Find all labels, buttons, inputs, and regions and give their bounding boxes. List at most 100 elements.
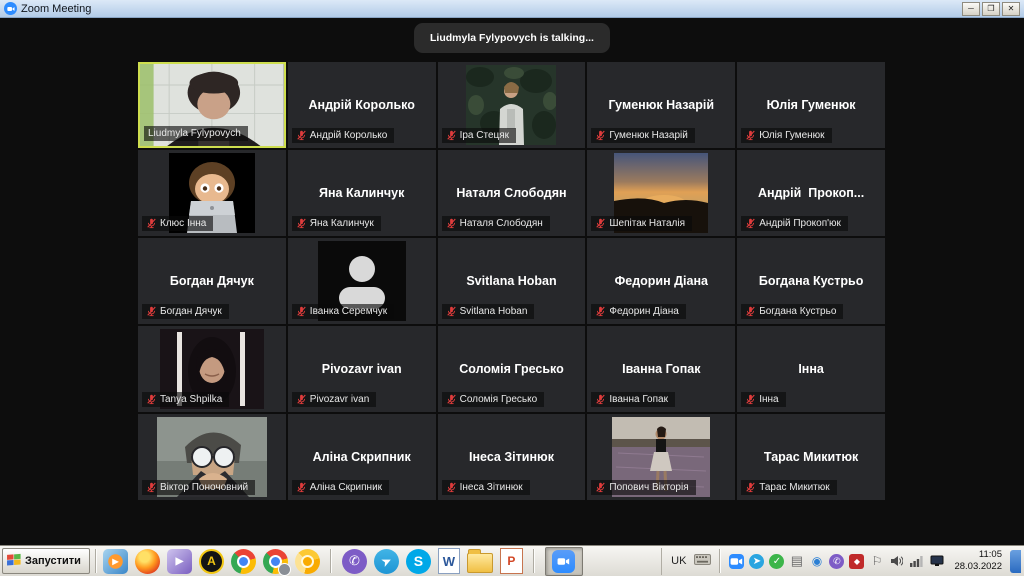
skype-icon[interactable]: S [405, 548, 431, 574]
viber-icon[interactable]: ✆ [341, 548, 367, 574]
kmplayer-icon[interactable]: ▶ [166, 548, 192, 574]
participant-label-text: Шепітак Наталія [609, 218, 686, 229]
participant-label: Богдан Дячук [142, 304, 229, 319]
word-icon[interactable]: W [437, 548, 460, 574]
tray-clock[interactable]: 11:05 28.03.2022 [954, 549, 1002, 573]
participant-label: Віктор Поночовний [142, 480, 256, 495]
mic-off-icon [746, 218, 755, 229]
mic-off-icon [746, 306, 755, 317]
participant-label-text: Гуменюк Назарій [609, 130, 688, 141]
participant-label: Іра Стецяк [441, 128, 517, 143]
firefox-icon[interactable] [134, 548, 160, 574]
file-manager-icon[interactable] [466, 549, 493, 573]
participant-tile[interactable]: Богдана Кустрьо Богдана Кустрьо [737, 238, 885, 324]
network-tray-icon[interactable] [909, 554, 924, 569]
clipboard-tray-icon[interactable]: ▤ [789, 553, 804, 569]
profile-badge [277, 562, 291, 576]
participant-tile[interactable]: Інна Інна [737, 326, 885, 412]
participant-label: Наталя Слободян [441, 216, 550, 231]
participant-label-text: Богдана Кустрьо [759, 306, 837, 317]
participant-tile[interactable]: Федорин Діана Федорин Діана [587, 238, 736, 324]
participant-label: Аліна Скрипник [291, 480, 390, 495]
display-tray-icon[interactable] [929, 554, 944, 569]
restore-button[interactable]: ❐ [982, 1, 1000, 16]
mic-off-icon [446, 130, 456, 141]
language-indicator[interactable]: UK [668, 555, 689, 567]
participant-grid: Liudmyla Fylypovych Андрій Королько Андрій… [138, 62, 885, 500]
chrome-icon[interactable] [230, 548, 256, 574]
participant-label: Федорин Діана [591, 304, 686, 319]
mic-off-icon [446, 306, 456, 317]
participant-tile[interactable]: Попович Вікторія [587, 414, 736, 500]
mic-off-icon [446, 482, 456, 493]
mic-off-icon [147, 218, 156, 229]
start-button[interactable]: Запустити [2, 548, 90, 574]
mic-off-icon [297, 130, 306, 141]
participant-tile[interactable]: Соломія Гресько Соломія Гресько [437, 326, 586, 412]
participant-tile[interactable]: Інеса Зітинюк Інеса Зітинюк [437, 414, 586, 500]
chrome-canary-icon[interactable] [294, 548, 320, 574]
participant-tile[interactable]: Svitlana Hoban Svitlana Hoban [437, 238, 586, 324]
window-controls: ─ ❐ ✕ [962, 1, 1020, 16]
eye-tray-icon[interactable]: ◉ [809, 554, 824, 569]
participant-label: Іванка Серемчук [291, 304, 395, 319]
participant-tile[interactable]: Наталя Слободян Наталя Слободян [437, 150, 586, 236]
mic-off-icon [746, 130, 755, 141]
participant-tile[interactable]: Клюс Інна [138, 150, 286, 236]
minimize-button[interactable]: ─ [962, 1, 980, 16]
mic-off-icon [596, 306, 606, 317]
participant-tile[interactable]: Андрій Прокоп... Андрій Прокоп'юк [737, 150, 885, 236]
participant-label-text: Андрій Прокоп'юк [759, 218, 841, 229]
mic-off-icon [596, 482, 606, 493]
zoom-taskbar-button[interactable] [544, 546, 583, 576]
hidden-panel-edge-icon[interactable] [1010, 549, 1021, 573]
powerpoint-icon[interactable]: P [499, 548, 523, 574]
participant-tile[interactable]: Шепітак Наталія [587, 150, 736, 236]
participant-label: Pivozavr ivan [291, 392, 377, 407]
participant-tile[interactable]: Юлія Гуменюк Юлія Гуменюк [737, 62, 885, 148]
participant-label-text: Іванка Серемчук [309, 306, 388, 317]
viber-tray-icon[interactable]: ✆ [829, 553, 845, 569]
participant-tile[interactable]: Аліна Скрипник Аліна Скрипник [287, 414, 436, 500]
mic-off-icon [596, 218, 606, 229]
mic-off-icon [596, 130, 606, 141]
participant-label-text: Федорин Діана [609, 306, 679, 317]
participant-label-text: Клюс Інна [160, 218, 207, 229]
participant-tile[interactable]: Іванна Гопак Іванна Гопак [587, 326, 736, 412]
participant-tile[interactable]: Тарас Микитюк Тарас Микитюк [737, 414, 885, 500]
participant-tile[interactable]: Гуменюк Назарій Гуменюк Назарій [587, 62, 736, 148]
volume-tray-icon[interactable] [889, 554, 904, 569]
participant-tile[interactable]: Tanya Shpilka [138, 326, 286, 412]
aimp-icon[interactable]: A [198, 548, 224, 574]
taskbar-separator [329, 549, 332, 573]
participant-tile[interactable]: Liudmyla Fylypovych [138, 62, 286, 148]
participant-tile[interactable]: Віктор Поночовний [138, 414, 286, 500]
taskbar-separator [532, 549, 535, 573]
quick-launch-bar: ▶ ▶ A ✆ ➤ S W P [100, 546, 586, 576]
flag-tray-icon[interactable]: ⚐ [869, 554, 884, 569]
telegram-icon[interactable]: ➤ [373, 548, 399, 574]
participant-tile[interactable]: Pivozavr ivan Pivozavr ivan [287, 326, 436, 412]
telegram-tray-icon[interactable]: ➤ [749, 553, 765, 569]
zoom-tray-icon[interactable] [729, 553, 745, 569]
participant-label: Богдана Кустрьо [741, 304, 844, 319]
participant-label: Попович Вікторія [591, 480, 696, 495]
participant-tile[interactable]: Андрій Королько Андрій Королько [287, 62, 436, 148]
chrome-profile-icon[interactable] [262, 548, 291, 576]
window-titlebar[interactable]: Zoom Meeting ─ ❐ ✕ [0, 0, 1024, 18]
mic-off-icon [147, 306, 156, 317]
checkmark-tray-icon[interactable]: ✓ [769, 553, 785, 569]
participant-label: Соломія Гресько [441, 392, 545, 407]
keyboard-icon[interactable] [694, 552, 712, 570]
participant-tile[interactable]: Яна Калинчук Яна Калинчук [287, 150, 436, 236]
participant-tile[interactable]: Богдан Дячук Богдан Дячук [138, 238, 286, 324]
participant-tile[interactable]: Іванка Серемчук [287, 238, 436, 324]
participant-label: Liudmyla Fylypovych [144, 126, 248, 141]
participant-label-text: Pivozavr ivan [309, 394, 370, 405]
participant-label: Svitlana Hoban [441, 304, 535, 319]
antivirus-tray-icon[interactable]: ◆ [849, 553, 865, 569]
media-player-icon[interactable]: ▶ [102, 548, 128, 574]
participant-label: Tanya Shpilka [142, 392, 230, 407]
close-button[interactable]: ✕ [1002, 1, 1020, 16]
participant-tile[interactable]: Іра Стецяк [437, 62, 586, 148]
